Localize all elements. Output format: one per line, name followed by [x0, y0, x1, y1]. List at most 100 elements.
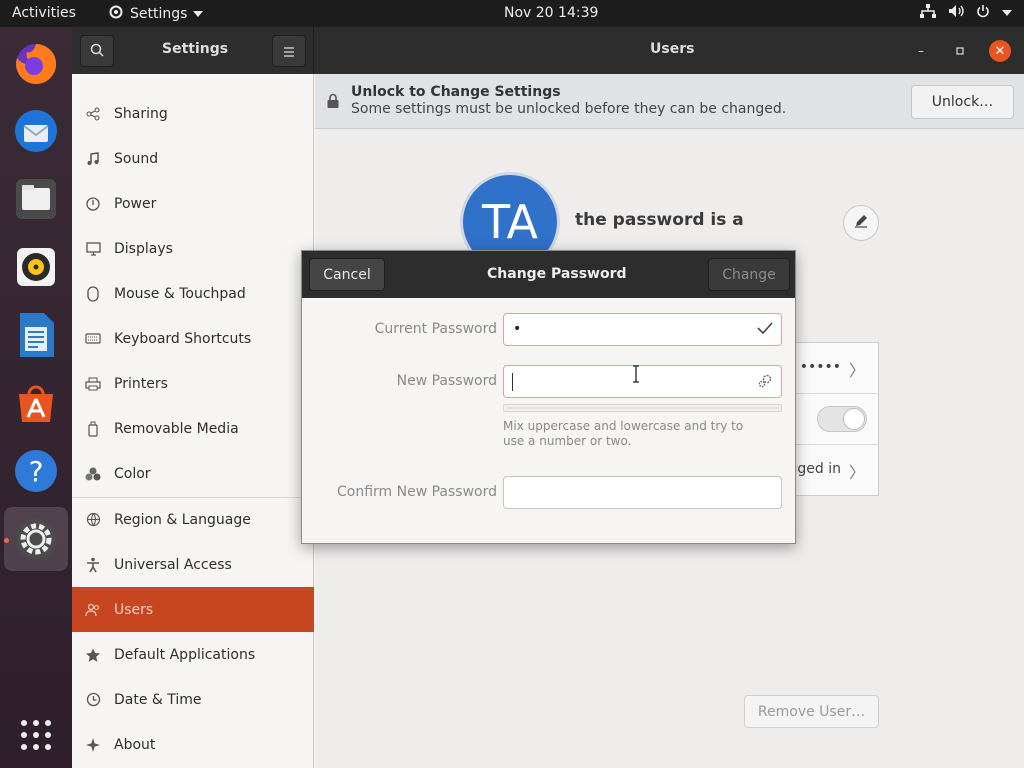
network-icon	[920, 4, 936, 22]
sidebar: Sharing Sound Power Displays Mouse & Tou…	[72, 74, 314, 768]
share-icon	[72, 107, 114, 121]
edit-name-button[interactable]	[843, 205, 879, 241]
sidebar-item-label: Color	[114, 465, 151, 482]
cancel-button[interactable]: Cancel	[309, 258, 385, 291]
star-icon	[72, 648, 114, 662]
sidebar-item-displays[interactable]: Displays	[72, 226, 314, 271]
sidebar-item-color[interactable]: Color	[72, 451, 314, 496]
chevron-right-icon: 〉	[848, 463, 865, 482]
files-icon[interactable]	[8, 171, 64, 227]
change-button[interactable]: Change	[708, 258, 790, 291]
firefox-icon[interactable]	[8, 35, 64, 91]
show-applications-icon[interactable]	[8, 707, 64, 763]
thunderbird-icon[interactable]	[8, 103, 64, 159]
power-icon	[976, 4, 990, 22]
confirm-password-label: Confirm New Password	[336, 484, 497, 500]
sidebar-item-default-applications[interactable]: Default Applications	[72, 632, 314, 677]
chevron-down-icon	[1002, 10, 1012, 16]
page-title: Users	[650, 41, 695, 57]
printer-icon	[72, 377, 114, 391]
new-password-field[interactable]	[503, 365, 782, 398]
remove-user-button[interactable]: Remove User…	[744, 695, 879, 728]
sidebar-item-label: Mouse & Touchpad	[114, 285, 246, 302]
sidebar-item-date-time[interactable]: Date & Time	[72, 677, 314, 722]
keyboard-icon	[72, 333, 114, 344]
sidebar-item-sharing[interactable]: Sharing	[72, 91, 314, 136]
sidebar-item-label: Sharing	[114, 105, 168, 122]
clock-icon	[72, 692, 114, 707]
sidebar-item-sound[interactable]: Sound	[72, 136, 314, 181]
gear-icon	[108, 4, 124, 24]
sidebar-item-removable-media[interactable]: Removable Media	[72, 406, 314, 451]
close-icon[interactable]: ✕	[989, 40, 1011, 62]
rhythmbox-icon[interactable]	[8, 239, 64, 295]
sidebar-item-region-language[interactable]: Region & Language	[72, 497, 314, 542]
unlock-infobar: Unlock to Change Settings Some settings …	[315, 74, 1024, 129]
checkmark-icon	[757, 321, 773, 339]
mouse-icon	[72, 285, 114, 302]
header-bar: Settings Users – ✕	[72, 27, 1024, 74]
menu-button[interactable]	[272, 35, 306, 67]
system-tray[interactable]	[920, 4, 1012, 22]
libreoffice-writer-icon[interactable]	[8, 307, 64, 363]
sidebar-item-label: Sound	[114, 150, 159, 167]
about-icon	[72, 737, 114, 752]
sidebar-item-universal-access[interactable]: Universal Access	[72, 542, 314, 587]
svg-text:?: ?	[29, 455, 44, 488]
sidebar-item-label: Date & Time	[114, 691, 202, 708]
sidebar-item-label: Region & Language	[114, 511, 251, 528]
sidebar-item-printers[interactable]: Printers	[72, 361, 314, 406]
automatic-login-toggle[interactable]	[817, 406, 867, 432]
color-icon	[72, 467, 114, 481]
sidebar-item-users[interactable]: Users	[72, 587, 314, 632]
password-value: •••••	[799, 359, 841, 375]
pencil-icon	[853, 213, 869, 233]
sidebar-item-keyboard-shortcuts[interactable]: Keyboard Shortcuts	[72, 316, 314, 361]
sidebar-item-label: Removable Media	[114, 420, 239, 437]
sidebar-item-label: Users	[114, 601, 154, 618]
music-note-icon	[72, 151, 114, 166]
app-menu-label: Settings	[130, 6, 188, 22]
generate-password-icon[interactable]	[757, 373, 773, 393]
sidebar-item-label: Default Applications	[114, 646, 256, 663]
app-menu[interactable]: Settings	[108, 4, 204, 24]
change-password-dialog: Cancel Change Password Change Current Pa…	[301, 250, 796, 544]
power-icon	[72, 196, 114, 211]
sidebar-header: Settings	[72, 27, 314, 74]
current-password-label: Current Password	[374, 321, 497, 337]
help-icon[interactable]: ?	[8, 443, 64, 499]
sidebar-item-label: Printers	[114, 375, 168, 392]
search-icon	[90, 42, 104, 61]
new-password-label: New Password	[396, 373, 497, 389]
logged-in-value: gged in	[788, 461, 842, 477]
lock-icon	[326, 93, 340, 113]
unlock-button[interactable]: Unlock…	[911, 85, 1014, 119]
app-center-icon[interactable]	[8, 375, 64, 431]
settings-icon[interactable]	[4, 507, 68, 571]
chevron-right-icon: 〉	[848, 361, 865, 380]
current-password-value: •	[513, 321, 522, 337]
minimize-icon[interactable]: –	[910, 40, 932, 62]
sidebar-title: Settings	[162, 41, 229, 57]
activities-button[interactable]: Activities	[12, 5, 76, 21]
sidebar-item-label: Displays	[114, 240, 173, 257]
accessibility-icon	[72, 557, 114, 573]
sidebar-item-label: Power	[114, 195, 157, 212]
sidebar-item-mouse-touchpad[interactable]: Mouse & Touchpad	[72, 271, 314, 316]
maximize-icon[interactable]	[949, 40, 971, 62]
infobar-title: Unlock to Change Settings	[351, 84, 561, 100]
sidebar-item-about[interactable]: About	[72, 722, 314, 767]
full-name[interactable]: the password is a	[575, 210, 744, 230]
removable-media-icon	[72, 421, 114, 437]
chevron-down-icon	[193, 11, 204, 17]
password-strength-bar	[503, 404, 782, 412]
sidebar-item-power[interactable]: Power	[72, 181, 314, 226]
search-button[interactable]	[80, 35, 114, 67]
confirm-password-field[interactable]	[503, 476, 782, 509]
dock: ?	[0, 27, 72, 768]
dialog-title: Change Password	[487, 266, 627, 282]
current-password-field[interactable]: •	[503, 313, 782, 346]
volume-icon	[948, 4, 964, 22]
display-icon	[72, 241, 114, 256]
clock[interactable]: Nov 20 14:39	[504, 5, 598, 21]
